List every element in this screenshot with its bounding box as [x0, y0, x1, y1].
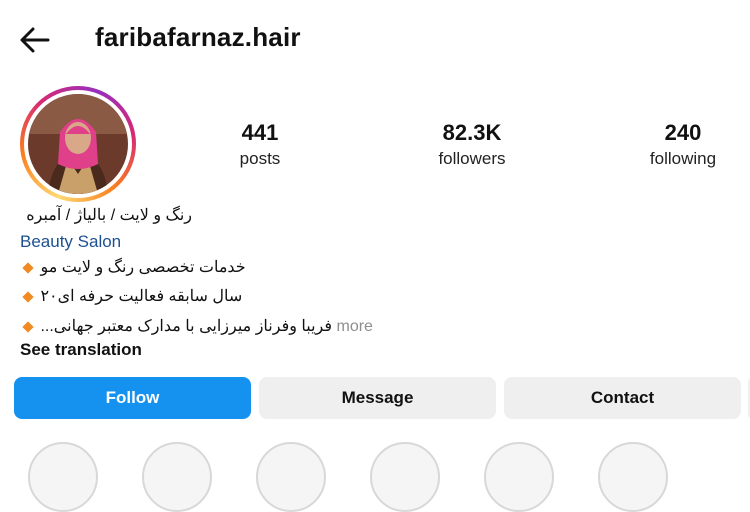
stat-followers[interactable]: 82.3K followers — [392, 120, 552, 172]
following-count: 240 — [664, 120, 702, 145]
contact-button[interactable]: Contact — [504, 377, 741, 419]
profile-category: Beauty Salon — [20, 232, 122, 251]
story-highlight[interactable] — [484, 442, 554, 512]
bio-line-3-text: فریبا وفرناز میرزایی با مدارک معتبر جهان… — [40, 318, 333, 335]
bio-line-2: سال سابقه فعالیت حرفه ای۲۰ — [20, 286, 242, 306]
bio-line-3: فریبا وفرناز میرزایی با مدارک معتبر جهان… — [20, 316, 373, 336]
story-highlight[interactable] — [256, 442, 326, 512]
back-arrow-icon[interactable] — [18, 24, 52, 56]
bio-line-1: خدمات تخصصی رنگ و لایت مو — [20, 257, 246, 277]
profile-username: faribafarnaz.hair — [95, 22, 301, 52]
story-highlight[interactable] — [28, 442, 98, 512]
profile-header: faribafarnaz.hair — [0, 0, 750, 80]
more-link[interactable]: more — [336, 318, 372, 335]
following-label: following — [649, 149, 717, 168]
followers-count: 82.3K — [442, 120, 502, 145]
story-highlight[interactable] — [142, 442, 212, 512]
story-highlight[interactable] — [598, 442, 668, 512]
avatar-photo — [28, 94, 128, 194]
posts-label: posts — [239, 149, 281, 168]
see-translation-link[interactable]: See translation — [20, 340, 142, 360]
posts-count: 441 — [241, 120, 279, 145]
story-highlight[interactable] — [370, 442, 440, 512]
follow-button[interactable]: Follow — [14, 377, 251, 419]
orange-diamond-icon — [22, 262, 34, 274]
followers-label: followers — [438, 149, 506, 168]
bio-line-1-text: خدمات تخصصی رنگ و لایت مو — [40, 259, 246, 276]
stat-following[interactable]: 240 following — [603, 120, 750, 172]
message-button[interactable]: Message — [259, 377, 496, 419]
stat-posts[interactable]: 441 posts — [180, 120, 340, 172]
orange-diamond-icon — [22, 291, 34, 303]
profile-avatar[interactable] — [20, 86, 136, 202]
orange-diamond-icon — [22, 321, 34, 333]
bio-line-2-text: سال سابقه فعالیت حرفه ای۲۰ — [40, 288, 243, 305]
profile-name: رنگ و لایت / بالیاژ / آمبره — [26, 207, 192, 224]
